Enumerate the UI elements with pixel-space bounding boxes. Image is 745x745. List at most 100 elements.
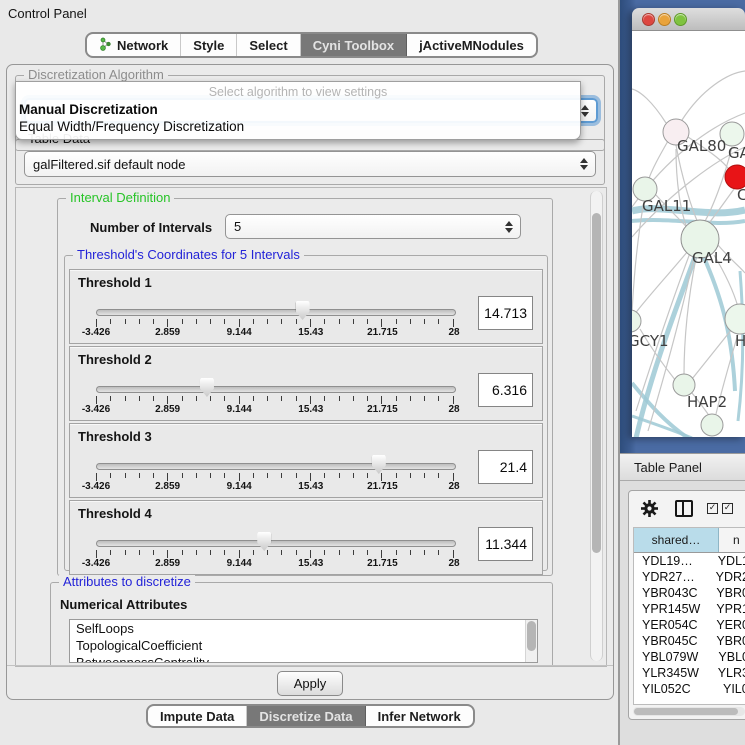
tick-mark [110, 396, 111, 401]
threshold-value-field[interactable]: 11.344 [478, 527, 533, 561]
network-canvas[interactable]: GAL80GACGAL11GAL4GCY1HHAP2 [632, 31, 745, 437]
tab-impute-data[interactable]: Impute Data [148, 706, 247, 726]
threshold-value-field[interactable]: 14.713 [478, 296, 533, 330]
gear-icon[interactable] [641, 500, 658, 517]
network-node-gcy1[interactable] [632, 310, 641, 332]
tick-mark [310, 473, 311, 481]
tick-label: 28 [448, 558, 459, 569]
tick-mark [324, 473, 325, 478]
tick-mark [267, 550, 268, 555]
split-table-icon[interactable] [675, 500, 693, 517]
tick-mark [324, 319, 325, 324]
thresholds-group: Threshold's Coordinates for 5 Intervals … [64, 255, 548, 571]
minimize-traffic-light-icon[interactable] [658, 13, 671, 26]
threshold-slider-track[interactable] [96, 309, 456, 316]
settings-scrollbar-thumb[interactable] [592, 213, 601, 553]
tab-label: Discretize Data [259, 709, 352, 724]
column-header-shared[interactable]: shared… [634, 528, 719, 552]
number-of-intervals-combobox[interactable]: 5 [225, 214, 521, 239]
algorithm-option-manual[interactable]: Manual Discretization [19, 102, 158, 117]
network-edge[interactable] [692, 329, 732, 379]
table-row[interactable]: YIL052CYIL0 [634, 681, 745, 697]
table-horizontal-scrollbar[interactable] [633, 707, 745, 716]
threshold-label: Threshold 1 [78, 275, 152, 290]
threshold-slider-track[interactable] [96, 463, 456, 470]
table-cell: YBR043C [634, 586, 712, 600]
tick-mark [381, 550, 382, 558]
attribute-item-selfloops[interactable]: SelfLoops [70, 620, 537, 637]
tick-mark [110, 550, 111, 555]
tab-cyni-toolbox[interactable]: Cyni Toolbox [301, 34, 407, 56]
tick-mark [239, 550, 240, 558]
network-node[interactable] [701, 414, 723, 436]
thresholds-container: Threshold 1-3.4262.8599.14415.4321.71528… [69, 269, 543, 577]
network-graph[interactable]: GAL80GACGAL11GAL4GCY1HHAP2 [632, 31, 745, 437]
table-data-combobox[interactable]: galFiltered.sif default node [24, 151, 596, 177]
tab-infer-network[interactable]: Infer Network [366, 706, 473, 726]
table-row[interactable]: YPR145WYPR1 [634, 601, 745, 617]
tick-mark [310, 396, 311, 404]
threshold-slider-thumb[interactable] [257, 532, 271, 551]
attributes-scrollbar[interactable] [525, 620, 537, 662]
tick-mark [139, 550, 140, 555]
tick-mark [424, 319, 425, 324]
network-edge-highlighted[interactable] [632, 220, 745, 223]
table-row[interactable]: YDL19…YDL1 [634, 553, 745, 569]
numerical-attributes-list[interactable]: SelfLoopsTopologicalCoefficientBetweenne… [69, 619, 538, 663]
tick-mark [367, 319, 368, 324]
tab-jactivemnodules[interactable]: jActiveMNodules [407, 34, 536, 56]
tab-select[interactable]: Select [237, 34, 300, 56]
apply-button[interactable]: Apply [277, 671, 343, 696]
checkbox-icon[interactable]: ✓ [707, 503, 718, 514]
network-edge[interactable] [632, 201, 644, 313]
table-row[interactable]: YBR045CYBR0 [634, 633, 745, 649]
network-edge[interactable] [682, 71, 745, 120]
tick-label: -3.426 [82, 481, 110, 492]
attribute-item-betweennesscentrality[interactable]: BetweennessCentrality [70, 654, 537, 663]
tick-mark [367, 550, 368, 555]
settings-vertical-scrollbar[interactable] [590, 191, 603, 661]
tab-style[interactable]: Style [181, 34, 237, 56]
number-of-intervals-value: 5 [234, 219, 241, 234]
threshold-slider-track[interactable] [96, 386, 456, 393]
table-cell: YIL0 [719, 682, 745, 696]
zoom-traffic-light-icon[interactable] [674, 13, 687, 26]
checkbox-icon[interactable]: ✓ [722, 503, 733, 514]
network-edge[interactable] [632, 89, 666, 123]
tick-mark [239, 473, 240, 481]
threshold-slider-thumb[interactable] [372, 455, 386, 474]
network-edge[interactable] [634, 251, 688, 315]
threshold-slider-thumb[interactable] [296, 301, 310, 320]
tick-mark [339, 550, 340, 555]
table-row[interactable]: YDR27…YDR2 [634, 569, 745, 585]
tick-label: -3.426 [82, 404, 110, 415]
table-hscrollbar-thumb[interactable] [634, 708, 738, 715]
close-traffic-light-icon[interactable] [642, 13, 655, 26]
table-panel-header: Table Panel [620, 453, 745, 481]
tick-mark [339, 319, 340, 324]
axis-ticks [96, 550, 454, 558]
tab-discretize-data[interactable]: Discretize Data [247, 706, 365, 726]
tab-network[interactable]: Network [87, 34, 181, 56]
network-window-titlebar[interactable] [632, 8, 745, 31]
tick-mark [310, 319, 311, 327]
attribute-item-topologicalcoefficient[interactable]: TopologicalCoefficient [70, 637, 537, 654]
table-row[interactable]: YBR043CYBR0 [634, 585, 745, 601]
table-row[interactable]: YER054CYER0 [634, 617, 745, 633]
algorithm-placeholder: Select algorithm to view settings [16, 85, 580, 99]
column-header-n[interactable]: n [719, 528, 745, 552]
tick-mark [281, 396, 282, 401]
threshold-slider-track[interactable] [96, 540, 456, 547]
table-rows: YDL19…YDL1YDR27…YDR2YBR043CYBR0YPR145WYP… [634, 553, 745, 697]
threshold-value-field[interactable]: 6.316 [478, 373, 533, 407]
tick-mark [96, 473, 97, 481]
tick-label: 21.715 [367, 327, 398, 338]
table-row[interactable]: YLR345WYLR3 [634, 665, 745, 681]
threshold-slider-thumb[interactable] [200, 378, 214, 397]
tick-mark [396, 319, 397, 324]
threshold-value-field[interactable]: 21.4 [478, 450, 533, 484]
algorithm-option-equal-width[interactable]: Equal Width/Frequency Discretization [19, 119, 244, 134]
attributes-scrollbar-thumb[interactable] [527, 621, 536, 651]
tick-label: 2.859 [155, 481, 180, 492]
table-row[interactable]: YBL079WYBL0 [634, 649, 745, 665]
